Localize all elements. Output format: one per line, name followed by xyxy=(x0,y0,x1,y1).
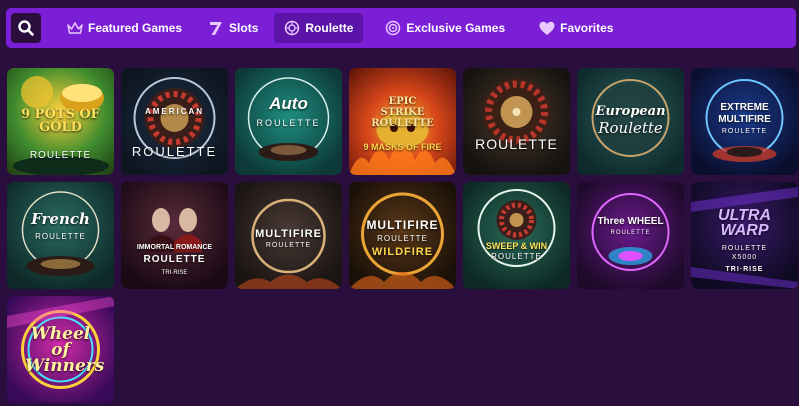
tab-featured-games[interactable]: Featured Games xyxy=(57,13,192,43)
game-badge: WILDFIRE xyxy=(371,246,434,258)
game-tile-9-pots-of-gold-roulette[interactable]: 9 POTS OF GOLD ROULETTE xyxy=(7,68,114,175)
game-title: AMERICAN xyxy=(144,107,205,116)
search-icon xyxy=(18,20,34,36)
game-subtitle: ROULETTE xyxy=(721,128,768,135)
game-tile-roulette[interactable]: ROULETTE xyxy=(463,68,570,175)
game-title: Auto xyxy=(269,94,308,113)
game-tile-french-roulette[interactable]: French ROULETTE xyxy=(7,182,114,289)
tab-label: Slots xyxy=(229,21,259,35)
tab-label: Exclusive Games xyxy=(406,21,506,35)
game-tile-auto-roulette[interactable]: Auto ROULETTE xyxy=(235,68,342,175)
tab-label: Roulette xyxy=(305,21,354,35)
tab-favorites[interactable]: Favorites xyxy=(529,13,623,43)
game-title: MULTIFIRE xyxy=(255,228,322,240)
game-title: EPIC STRIKE ROULETTE xyxy=(371,96,434,129)
game-title: 9 POTS OF GOLD xyxy=(21,107,100,135)
seven-icon xyxy=(208,20,224,36)
target-icon xyxy=(385,20,401,36)
tab-slots[interactable]: Slots xyxy=(198,13,268,43)
game-tile-european-roulette[interactable]: European Roulette xyxy=(577,68,684,175)
crown-icon xyxy=(67,20,83,36)
game-title: IMMORTAL ROMANCE xyxy=(136,244,213,251)
tab-exclusive-games[interactable]: Exclusive Games xyxy=(375,13,515,43)
game-title: SWEEP & WIN xyxy=(485,241,548,251)
game-subtitle: ROULETTE xyxy=(491,252,542,261)
game-subtitle: ROULETTE xyxy=(610,230,651,236)
game-subtitle: ROULETTE xyxy=(475,136,558,152)
game-subtitle: Roulette xyxy=(598,119,663,137)
tab-roulette[interactable]: Roulette xyxy=(274,13,364,43)
game-subtitle: ROULETTE xyxy=(143,254,206,265)
game-subtitle: ROULETTE xyxy=(35,232,86,241)
game-tile-9-masks-of-fire-roulette[interactable]: EPIC STRIKE ROULETTE 9 MASKS OF FIRE xyxy=(349,68,456,175)
game-subtitle: ROULETTE xyxy=(131,144,218,159)
search-button[interactable] xyxy=(11,13,41,43)
tab-label: Featured Games xyxy=(88,21,183,35)
game-title: EXTREME MULTIFIRE xyxy=(718,102,771,125)
game-tile-ultra-warp-roulette[interactable]: ULTRA WARP ROULETTE X5000 TRI·RISE xyxy=(691,182,798,289)
game-tile-wheel-of-winners[interactable]: Wheel of Winners xyxy=(7,296,114,403)
game-tile-three-wheel-roulette[interactable]: Three WHEEL ROULETTE xyxy=(577,182,684,289)
game-subtitle: ROULETTE xyxy=(29,150,92,161)
game-badge: TRI·RISE xyxy=(161,270,188,276)
game-subtitle: ROULETTE xyxy=(256,118,321,128)
game-subtitle: 9 MASKS OF FIRE xyxy=(363,142,442,152)
game-subtitle: ROULETTE xyxy=(265,242,312,249)
game-title: French xyxy=(31,210,90,228)
game-title: ULTRA WARP xyxy=(717,207,772,239)
game-tile-immortal-romance-roulette[interactable]: IMMORTAL ROMANCE ROULETTE TRI·RISE xyxy=(121,182,228,289)
game-subtitle: ROULETTE X5000 xyxy=(721,245,768,261)
game-title: MULTIFIRE xyxy=(366,218,439,232)
game-tile-extreme-multifire-roulette[interactable]: EXTREME MULTIFIRE ROULETTE xyxy=(691,68,798,175)
game-tile-sweep-and-win-roulette[interactable]: SWEEP & WIN ROULETTE xyxy=(463,182,570,289)
heart-icon xyxy=(539,20,555,36)
category-nav-bar: Featured Games Slots Roulette Exclusive … xyxy=(6,8,796,48)
game-title: European xyxy=(595,104,666,119)
game-tile-american-roulette[interactable]: AMERICAN ROULETTE xyxy=(121,68,228,175)
game-tile-multifire-roulette[interactable]: MULTIFIRE ROULETTE xyxy=(235,182,342,289)
game-title: Wheel of Winners xyxy=(25,324,105,376)
game-subtitle: ROULETTE xyxy=(377,234,428,243)
roulette-wheel-icon xyxy=(284,20,300,36)
game-badge: TRI·RISE xyxy=(725,266,764,273)
tab-label: Favorites xyxy=(560,21,614,35)
game-tile-multifire-roulette-wildfire[interactable]: MULTIFIRE ROULETTE WILDFIRE xyxy=(349,182,456,289)
game-title: Three WHEEL xyxy=(597,216,664,227)
